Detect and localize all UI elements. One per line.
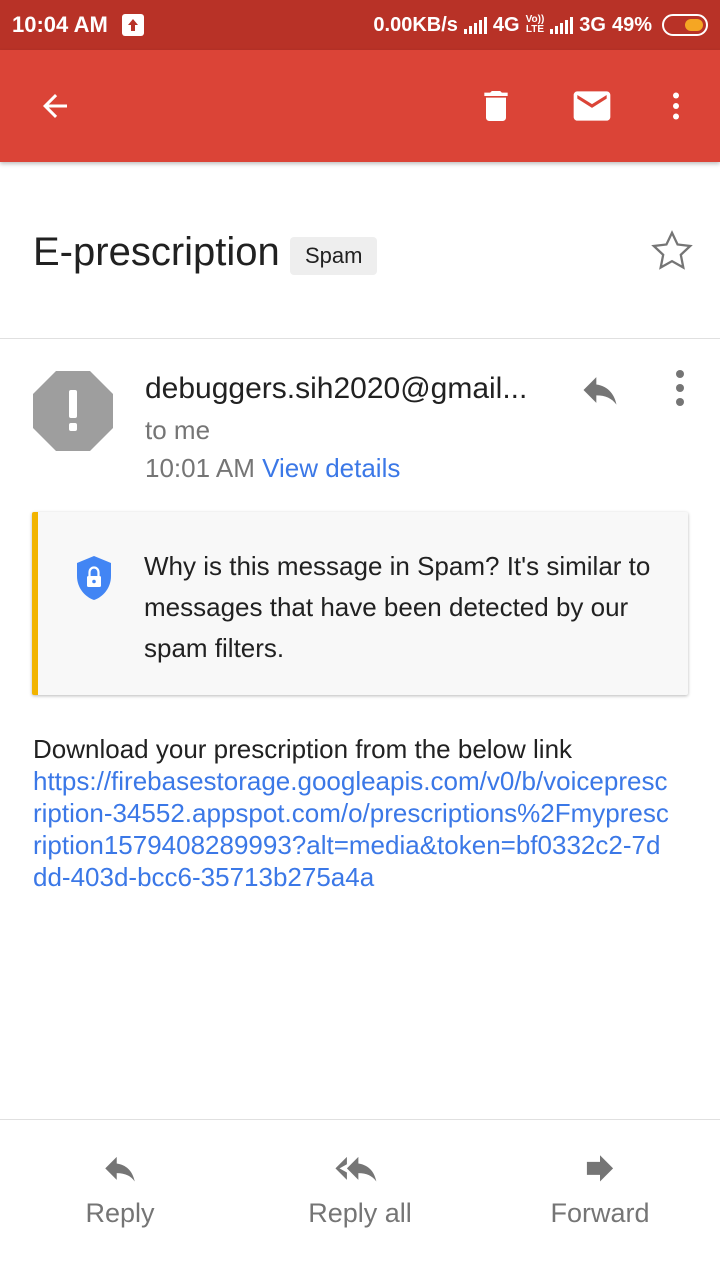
reply-all-icon xyxy=(260,1152,460,1188)
trash-icon[interactable] xyxy=(468,78,524,134)
time-row: 10:01 AM View details xyxy=(145,453,400,484)
subject-row: E-prescription Spam xyxy=(0,162,720,339)
battery-icon xyxy=(662,14,708,36)
view-details-link[interactable]: View details xyxy=(262,453,400,483)
signal-icon-secondary xyxy=(550,16,574,34)
reply-button[interactable]: Reply xyxy=(20,1152,220,1229)
network-type-primary: 4G xyxy=(492,13,520,36)
reply-all-button[interactable]: Reply all xyxy=(260,1152,460,1229)
status-time: 10:04 AM xyxy=(12,12,108,37)
reply-label: Reply xyxy=(85,1198,155,1228)
status-right: 0.00KB/s 4G Vo)) LTE 3G 49% xyxy=(373,14,708,37)
bottom-action-bar: Reply Reply all Forward xyxy=(0,1119,720,1280)
prescription-link[interactable]: https://firebasestorage.googleapis.com/v… xyxy=(33,765,673,893)
battery-percent: 49% xyxy=(611,13,652,36)
reply-action-icon xyxy=(20,1152,220,1188)
mail-icon[interactable] xyxy=(564,78,620,134)
message-more-icon[interactable] xyxy=(664,368,696,408)
network-type-secondary: 3G xyxy=(579,13,606,36)
forward-button[interactable]: Forward xyxy=(500,1152,700,1229)
more-vert-icon[interactable] xyxy=(648,78,704,134)
volte-indicator: Vo)) LTE xyxy=(525,14,545,35)
forward-label: Forward xyxy=(550,1198,650,1228)
app-bar xyxy=(0,50,720,162)
spam-label-chip[interactable]: Spam xyxy=(290,237,378,275)
shield-lock-icon xyxy=(74,554,114,602)
spam-warning-avatar-icon xyxy=(32,370,114,452)
sender-address[interactable]: debuggers.sih2020@gmail... xyxy=(145,372,527,406)
email-body-text: Download your prescription from the belo… xyxy=(33,734,573,764)
spam-warning-text: Why is this message in Spam? It's simila… xyxy=(144,551,651,663)
upload-icon xyxy=(121,14,144,36)
reply-all-label: Reply all xyxy=(308,1198,412,1228)
received-time: 10:01 AM xyxy=(145,453,255,483)
network-speed: 0.00KB/s xyxy=(373,13,458,36)
status-bar: 10:04 AM 0.00KB/s 4G Vo)) LTE 3G 49% xyxy=(0,0,720,50)
forward-icon xyxy=(500,1152,700,1188)
back-arrow-icon[interactable] xyxy=(27,78,83,134)
email-subject: E-prescription xyxy=(33,230,280,274)
recipient-text: to me xyxy=(145,415,211,445)
star-icon[interactable] xyxy=(649,228,695,274)
reply-icon[interactable] xyxy=(578,368,622,412)
spam-warning-card: Why is this message in Spam? It's simila… xyxy=(32,512,688,695)
signal-icon xyxy=(463,16,487,34)
